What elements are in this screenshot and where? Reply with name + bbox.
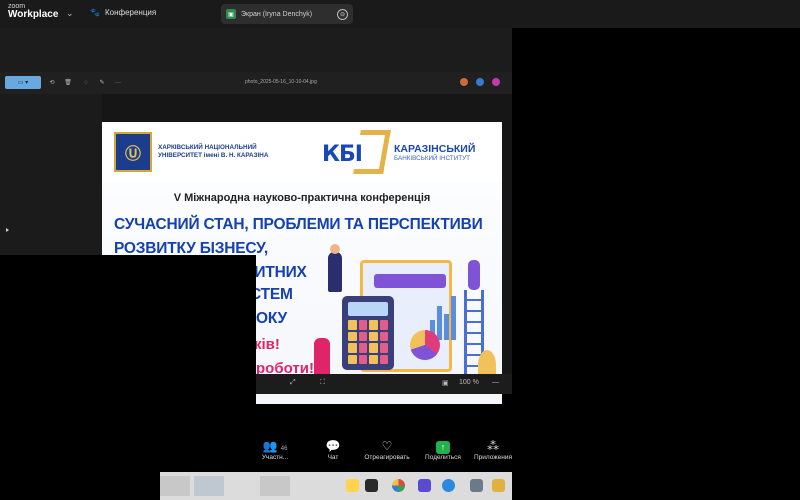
reactions-label: Отреагировать bbox=[364, 454, 410, 461]
more-icon[interactable]: ··· bbox=[112, 76, 124, 89]
top-bar: zoom Workplace ⌄ 🐾 Конференция ▣ Экран (… bbox=[0, 0, 800, 28]
taskbar-item[interactable] bbox=[160, 476, 190, 496]
logo-line2: Workplace bbox=[8, 9, 59, 20]
zoom-slider-icon[interactable]: — bbox=[492, 379, 499, 386]
heart-icon: ♡ bbox=[381, 439, 393, 453]
calculator-keys bbox=[348, 320, 388, 364]
kbi-name-line1: КАРАЗІНСЬКИЙ bbox=[394, 143, 476, 155]
taskbar-app-icon[interactable] bbox=[365, 479, 378, 492]
delete-icon[interactable]: 🗑 bbox=[62, 76, 74, 89]
participants-icon: 👥 bbox=[262, 439, 278, 453]
windows-taskbar bbox=[160, 472, 512, 500]
share-screen-button[interactable]: ↑ Поделиться bbox=[416, 438, 470, 461]
person-illustration bbox=[468, 260, 480, 290]
view-options-icon[interactable]: ⊖ bbox=[337, 8, 348, 20]
title-line: ОКУ bbox=[256, 310, 287, 327]
kbi-name-line2: БАНКІВСЬКИЙ ІНСТИТУТ bbox=[394, 154, 470, 162]
rotate-icon[interactable]: ⟲ bbox=[46, 76, 58, 89]
greeting-line: ків! bbox=[254, 336, 280, 353]
chat-label: Чат bbox=[327, 454, 339, 461]
pie-chart-illustration bbox=[410, 330, 440, 360]
title-line: СУЧАСНИЙ СТАН, ПРОБЛЕМИ ТА ПЕРСПЕКТИВИ bbox=[114, 216, 483, 233]
taskbar-app-icon[interactable] bbox=[470, 479, 483, 492]
calculator-screen bbox=[348, 302, 388, 316]
taskbar-app-icon[interactable] bbox=[418, 479, 431, 492]
paw-icon: 🐾 bbox=[90, 8, 100, 17]
person-illustration bbox=[328, 244, 342, 292]
app-icon[interactable] bbox=[460, 78, 468, 86]
fit-icon[interactable]: ⤢ bbox=[290, 379, 296, 387]
illustration-banner bbox=[374, 274, 446, 288]
share-banner-label: Экран (Iryna Denchyk) bbox=[241, 10, 313, 18]
slideshow-icon[interactable]: ▣ bbox=[442, 379, 449, 387]
university-name: ХАРКІВСЬКИЙ НАЦІОНАЛЬНИЙ УНІВЕРСИТЕТ іме… bbox=[158, 144, 269, 159]
viewer-primary-button[interactable]: ▭ ▾ bbox=[5, 76, 41, 89]
app-icon[interactable] bbox=[492, 78, 500, 86]
mouse-cursor-icon bbox=[6, 228, 9, 232]
share-screen-icon: ▣ bbox=[226, 9, 236, 19]
taskbar-item[interactable] bbox=[260, 476, 290, 496]
zoom-window: zoom Workplace ⌄ 🐾 Конференция ▣ Экран (… bbox=[0, 0, 800, 500]
screen-share-banner[interactable]: ▣ Экран (Iryna Denchyk) ⊖ bbox=[221, 4, 353, 24]
conference-tab[interactable]: 🐾 Конференция bbox=[90, 8, 156, 17]
edit-icon[interactable]: ✎ bbox=[96, 76, 108, 89]
image-viewer-toolbar: ▭ ▾ ⟲ 🗑 ◌ ✎ ··· photo_2025-05-16_10-10-0… bbox=[0, 72, 512, 94]
apps-button[interactable]: ⁂ Приложения bbox=[466, 438, 520, 461]
apps-icon: ⁂ bbox=[487, 439, 499, 453]
taskbar-app-icon[interactable] bbox=[346, 479, 359, 492]
zoom-logo[interactable]: zoom Workplace bbox=[8, 3, 58, 20]
taskbar-item[interactable] bbox=[194, 476, 224, 496]
apps-label: Приложения bbox=[473, 454, 513, 461]
viewer-side-strip bbox=[0, 94, 102, 256]
taskbar-app-icon[interactable] bbox=[392, 479, 405, 492]
chevron-down-icon[interactable]: ⌄ bbox=[66, 8, 74, 19]
taskbar-app-icon[interactable] bbox=[442, 479, 455, 492]
reactions-button[interactable]: ♡ Отреагировать bbox=[360, 438, 414, 461]
participants-button[interactable]: 👥 46 Участн... bbox=[248, 438, 302, 461]
university-crest-logo: Ⓤ bbox=[114, 132, 152, 172]
kbi-institute-name: КАРАЗІНСЬКИЙ БАНКІВСЬКИЙ ІНСТИТУТ bbox=[394, 143, 476, 162]
image-viewer-footer: ⤢ ⛶ ▣ 100 % — bbox=[256, 374, 512, 394]
participants-count: 46 bbox=[280, 446, 288, 452]
fullscreen-icon[interactable]: ⛶ bbox=[320, 379, 325, 387]
zoom-level[interactable]: 100 % bbox=[459, 379, 479, 386]
folder-icon[interactable] bbox=[492, 479, 505, 492]
meeting-controls: 👥 46 Участн... 💬 Чат ♡ Отреагировать ↑ П… bbox=[256, 438, 512, 472]
chat-icon: 💬 bbox=[325, 439, 341, 453]
kbi-logo-text: КБІ bbox=[322, 142, 363, 167]
app-icon[interactable] bbox=[476, 78, 484, 86]
title-line: СТЕМ bbox=[250, 286, 293, 303]
viewer-file-name: photo_2025-05-16_10-10-04.jpg bbox=[245, 79, 317, 85]
share-arrow-icon: ↑ bbox=[436, 441, 450, 454]
conference-tab-label: Конференция bbox=[104, 8, 157, 17]
favorite-icon[interactable]: ◌ bbox=[80, 76, 92, 89]
video-overlay bbox=[0, 255, 256, 500]
conference-subtitle: V Міжнародна науково-практична конференц… bbox=[173, 192, 431, 204]
chat-button[interactable]: 💬 Чат bbox=[306, 438, 360, 461]
participants-label: Участн... bbox=[261, 454, 289, 461]
share-label: Поделиться bbox=[425, 454, 461, 461]
